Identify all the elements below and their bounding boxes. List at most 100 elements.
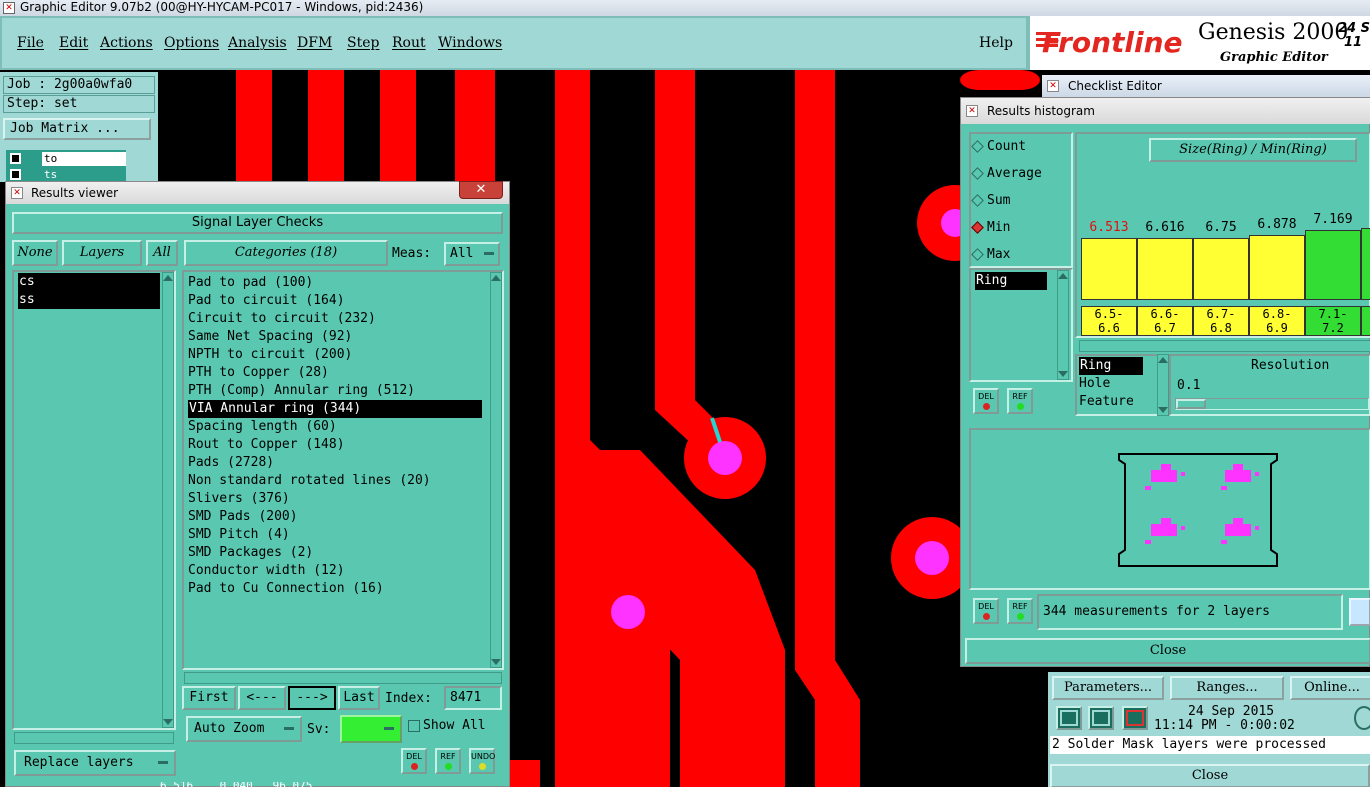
category-item[interactable]: Non standard rotated lines (20) [188,472,431,490]
menu-step[interactable]: Step [347,35,379,51]
category-item[interactable]: Conductor width (12) [188,562,345,580]
refresh-button[interactable]: REF [1007,598,1033,624]
list-item[interactable]: Hole [1079,375,1110,393]
list-item[interactable]: Ring [1079,357,1143,375]
index-input[interactable]: 8471 [444,686,502,710]
category-item[interactable]: NPTH to circuit (200) [188,346,352,364]
menu-options[interactable]: Options [164,35,219,51]
severity-dropdown[interactable] [340,715,402,743]
category-item[interactable]: Slivers (376) [188,490,290,508]
menu-analysis[interactable]: Analysis [228,35,287,51]
scrollbar-vertical[interactable] [162,272,174,728]
close-button[interactable]: Close [965,638,1370,664]
menu-help[interactable]: Help [979,35,1013,51]
category-item[interactable]: PTH (Comp) Annular ring (512) [188,382,415,400]
slider-handle[interactable] [1176,399,1206,409]
first-button[interactable]: First [182,686,236,710]
list-item[interactable]: Ring [975,272,1047,290]
menu-actions[interactable]: Actions [100,35,153,51]
menu-file[interactable]: File [17,35,44,51]
menu-rout[interactable]: Rout [392,35,426,51]
list-item[interactable]: ss [18,291,160,309]
info-icon[interactable] [1354,706,1370,730]
list-item[interactable]: Feature [1079,393,1134,411]
scrollbar-horizontal[interactable] [184,672,502,684]
layer-row[interactable]: to [8,152,126,166]
meas-dropdown[interactable]: All [444,242,500,266]
menu-edit[interactable]: Edit [59,35,88,51]
replace-layers-value: Replace layers [24,755,134,770]
histogram-bar[interactable] [1137,238,1193,300]
checklist-editor-titlebar[interactable]: ✕ Checklist Editor [1042,75,1370,97]
undo-button[interactable]: UNDO [469,748,495,774]
close-button[interactable]: Close [1050,764,1370,787]
show-all-checkbox[interactable] [408,720,420,732]
mode-max-radio[interactable]: Max [971,246,1010,264]
print-icon[interactable] [1349,598,1370,626]
parameters-button[interactable]: Parameters... [1052,676,1164,700]
run-check-icon[interactable] [1056,706,1082,730]
run-all-icon[interactable] [1088,706,1114,730]
layer-row[interactable]: ts [8,168,126,182]
check-group-header: Signal Layer Checks [12,212,503,234]
layers-button[interactable]: Layers [62,240,142,266]
mode-average-radio[interactable]: Average [971,165,1042,183]
category-item[interactable]: SMD Pads (200) [188,508,298,526]
checklist-bottom-panel: Parameters... Ranges... Online... 24 Sep… [1048,672,1370,787]
category-item[interactable]: Spacing length (60) [188,418,337,436]
category-item[interactable]: Pad to circuit (164) [188,292,345,310]
category-item[interactable]: Pad to Cu Connection (16) [188,580,384,598]
last-button[interactable]: Last [338,686,380,710]
none-button[interactable]: None [12,240,58,266]
scrollbar-vertical[interactable] [490,272,502,668]
category-item[interactable]: PTH to Copper (28) [188,364,329,382]
category-item[interactable]: Pad to pad (100) [188,274,313,292]
histogram-bar[interactable] [1193,238,1249,300]
results-viewer-titlebar[interactable]: ✕ Results viewer ✕ [6,181,509,204]
scrollbar-horizontal[interactable] [14,732,174,744]
histogram-bar[interactable] [1305,230,1361,300]
delete-button[interactable]: DEL [973,388,999,414]
delete-button[interactable]: DEL [973,598,999,624]
histogram-bar[interactable] [1081,238,1137,300]
replace-layers-dropdown[interactable]: Replace layers [14,750,176,776]
category-item[interactable]: SMD Packages (2) [188,544,313,562]
category-item[interactable]: SMD Pitch (4) [188,526,290,544]
refresh-button[interactable]: REF [435,748,461,774]
delete-button[interactable]: DEL [401,748,427,774]
online-button[interactable]: Online... [1290,676,1370,700]
stop-run-icon[interactable] [1122,706,1148,730]
resolution-slider[interactable] [1175,398,1369,410]
next-button[interactable]: ---> [288,686,336,710]
scrollbar-vertical[interactable] [1157,354,1169,416]
histogram-bar-value: 6.616 [1145,220,1185,235]
histogram-bar[interactable] [1249,235,1305,300]
category-item[interactable]: Rout to Copper (148) [188,436,345,454]
menu-windows[interactable]: Windows [438,35,502,51]
job-matrix-button[interactable]: Job Matrix ... [3,118,151,140]
os-window-title: ✕ Graphic Editor 9.07b2 (00@HY-HYCAM-PC0… [0,0,1370,16]
layer-checkbox[interactable] [10,169,21,180]
categories-button[interactable]: Categories (18) [184,240,388,266]
scrollbar-horizontal[interactable] [1079,340,1370,352]
category-item[interactable]: Same Net Spacing (92) [188,328,352,346]
close-button[interactable]: ✕ [459,181,503,199]
category-item[interactable]: Pads (2728) [188,454,274,472]
results-histogram-titlebar[interactable]: ✕ Results histogram [961,98,1370,124]
refresh-button[interactable]: REF [1007,388,1033,414]
menu-dfm[interactable]: DFM [297,35,332,51]
auto-zoom-dropdown[interactable]: Auto Zoom [186,716,302,742]
category-item[interactable]: Circuit to circuit (232) [188,310,376,328]
all-button[interactable]: All [146,240,178,266]
ranges-button[interactable]: Ranges... [1170,676,1284,700]
mode-sum-radio[interactable]: Sum [971,192,1010,210]
scrollbar-vertical[interactable] [1057,270,1069,380]
status-message: 2 Solder Mask layers were processed [1050,736,1370,754]
list-item[interactable]: cs [18,273,160,291]
prev-button[interactable]: <--- [238,686,286,710]
mode-count-radio[interactable]: Count [971,138,1026,156]
histogram-bar[interactable] [1361,228,1370,300]
mode-min-radio[interactable]: Min [971,219,1010,237]
layer-checkbox[interactable] [10,153,21,164]
category-item[interactable]: VIA Annular ring (344) [188,400,482,418]
